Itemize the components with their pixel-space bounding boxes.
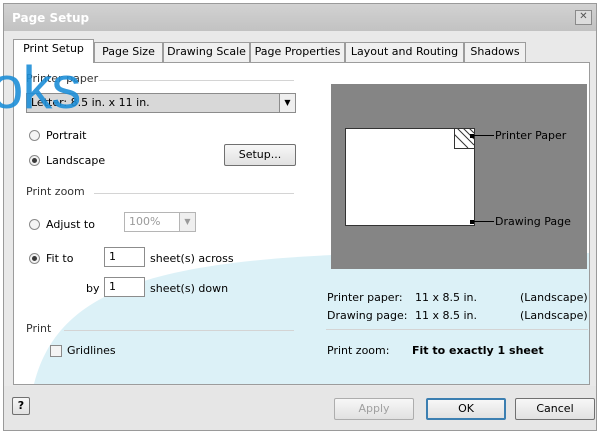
printer-paper-summary-value: 11 x 8.5 in. [415, 291, 478, 304]
fit-to-radio[interactable] [29, 253, 40, 264]
landscape-radio[interactable] [29, 155, 40, 166]
drawing-page-preview-label: Drawing Page [495, 215, 571, 228]
by-label: by [86, 282, 100, 295]
tab-page-size[interactable]: Page Size [94, 42, 163, 62]
sheets-across-input[interactable]: 1 [104, 247, 145, 267]
drawing-page-summary-value: 11 x 8.5 in. [415, 309, 478, 322]
dialog-footer [4, 386, 596, 430]
gridlines-label: Gridlines [67, 344, 116, 357]
title-bar: Page Setup ✕ [4, 4, 596, 31]
page-setup-dialog: Page Setup ✕ Print Setup Page Size Drawi… [3, 3, 597, 431]
tab-layout-and-routing[interactable]: Layout and Routing [345, 42, 464, 62]
sheets-down-input[interactable]: 1 [104, 277, 145, 297]
help-icon[interactable]: ? [12, 397, 30, 415]
sheets-across-label: sheet(s) across [150, 252, 234, 265]
printer-paper-summary-orient: (Landscape) [520, 291, 588, 304]
apply-button[interactable]: Apply [334, 398, 414, 420]
sheets-across-value: 1 [109, 250, 116, 263]
printer-paper-select-value: Letter: 8.5 in. x 11 in. [31, 96, 150, 109]
group-divider [64, 330, 294, 331]
group-divider [99, 80, 294, 81]
print-zoom-summary-label: Print zoom: [327, 344, 390, 357]
sheets-down-value: 1 [109, 280, 116, 293]
summary-divider [326, 329, 588, 330]
drawing-page-summary-label: Drawing page: [327, 309, 408, 322]
printer-paper-summary-label: Printer paper: [327, 291, 403, 304]
window-title: Page Setup [12, 11, 90, 25]
adjust-zoom-value: 100% [129, 215, 161, 228]
tab-print-setup[interactable]: Print Setup [13, 39, 94, 63]
tab-drawing-scale[interactable]: Drawing Scale [163, 42, 250, 62]
print-zoom-summary-value: Fit to exactly 1 sheet [412, 344, 544, 357]
sheets-down-label: sheet(s) down [150, 282, 229, 295]
group-divider [94, 193, 294, 194]
printer-paper-corner-icon [454, 128, 475, 149]
chevron-down-icon[interactable]: ▼ [179, 213, 195, 231]
printer-paper-preview-label: Printer Paper [495, 129, 567, 142]
page-preview: Printer Paper Drawing Page [331, 84, 587, 269]
print-group-label: Print [26, 322, 52, 335]
gridlines-checkbox[interactable] [50, 345, 62, 357]
fit-to-label: Fit to [46, 252, 74, 265]
landscape-label: Landscape [46, 154, 106, 167]
drawing-page-summary-orient: (Landscape) [520, 309, 588, 322]
close-icon[interactable]: ✕ [575, 10, 592, 25]
tab-shadows[interactable]: Shadows [464, 42, 526, 62]
ok-button[interactable]: OK [426, 398, 506, 420]
adjust-to-radio[interactable] [29, 219, 40, 230]
portrait-radio[interactable] [29, 130, 40, 141]
drawing-page-leader [474, 221, 494, 222]
portrait-label: Portrait [46, 129, 87, 142]
chevron-down-icon[interactable]: ▼ [279, 94, 295, 112]
print-zoom-group-label: Print zoom [26, 185, 85, 198]
printer-paper-leader [474, 135, 494, 136]
adjust-to-label: Adjust to [46, 218, 95, 231]
cancel-button[interactable]: Cancel [515, 398, 595, 420]
tab-page-properties[interactable]: Page Properties [250, 42, 345, 62]
printer-paper-group-label: Printer paper [26, 72, 99, 85]
setup-button[interactable]: Setup... [224, 144, 296, 166]
printer-paper-select[interactable]: Letter: 8.5 in. x 11 in. [26, 93, 296, 113]
